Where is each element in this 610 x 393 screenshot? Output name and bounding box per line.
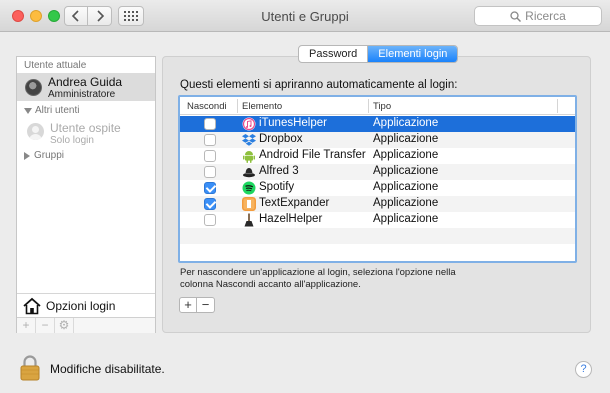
app-type: Applicazione bbox=[373, 165, 439, 177]
app-type: Applicazione bbox=[373, 133, 439, 145]
remove-user-button[interactable]: − bbox=[36, 318, 55, 333]
app-type: Applicazione bbox=[373, 213, 439, 225]
hide-checkbox[interactable] bbox=[204, 150, 216, 162]
preferences-window: Utenti e Gruppi Ricerca Utente attuale A… bbox=[0, 0, 610, 393]
user-name: Andrea Guida bbox=[48, 75, 123, 89]
app-name: Dropbox bbox=[259, 133, 303, 145]
sidebar-item-current-user[interactable]: Andrea Guida Amministratore bbox=[17, 73, 155, 101]
spotify-icon bbox=[242, 181, 256, 195]
disclosure-triangle-right-icon bbox=[24, 151, 30, 160]
hide-checkbox[interactable] bbox=[204, 182, 216, 194]
tab-password[interactable]: Password bbox=[299, 46, 367, 62]
hazel-icon bbox=[244, 213, 254, 227]
disclosure-triangle-down-icon bbox=[24, 107, 32, 114]
sidebar-item-guest[interactable]: Utente ospite bbox=[50, 121, 121, 135]
textexpander-icon bbox=[242, 197, 256, 211]
remove-login-item-button[interactable]: − bbox=[197, 297, 215, 313]
gear-icon[interactable]: ⚙ bbox=[55, 318, 74, 333]
app-type: Applicazione bbox=[373, 117, 439, 129]
add-user-button[interactable]: + bbox=[17, 318, 36, 333]
hide-checkbox[interactable] bbox=[204, 166, 216, 178]
hide-checkbox[interactable] bbox=[204, 118, 216, 130]
column-separator bbox=[237, 99, 238, 113]
column-separator bbox=[368, 99, 369, 113]
add-login-item-button[interactable]: + bbox=[179, 297, 197, 313]
empty-row bbox=[180, 244, 575, 260]
column-header-type[interactable]: Tipo bbox=[373, 101, 391, 112]
sidebar-footer: + − ⚙ bbox=[17, 317, 155, 333]
app-name: HazelHelper bbox=[259, 213, 323, 225]
hide-checkbox[interactable] bbox=[204, 134, 216, 146]
other-users-header[interactable]: Altri utenti bbox=[24, 105, 79, 116]
itunes-icon bbox=[242, 117, 256, 131]
help-text: Per nascondere un'applicazione al login,… bbox=[180, 267, 456, 290]
dropbox-icon bbox=[242, 134, 256, 146]
app-name: Android File Transfer bbox=[259, 149, 366, 161]
sidebar-item-login-options[interactable]: Opzioni login bbox=[17, 293, 155, 317]
current-user-header: Utente attuale bbox=[24, 60, 87, 71]
app-type: Applicazione bbox=[373, 149, 439, 161]
app-type: Applicazione bbox=[373, 197, 439, 209]
tab-bar: Password Elementi login bbox=[298, 45, 459, 63]
table-row[interactable]: Dropbox Applicazione bbox=[180, 132, 575, 148]
users-sidebar: Utente attuale Andrea Guida Amministrato… bbox=[16, 56, 156, 333]
table-header: Nascondi Elemento Tipo bbox=[180, 97, 575, 115]
app-name: Alfred 3 bbox=[259, 165, 299, 177]
lock-status-label: Modifiche disabilitate. bbox=[50, 362, 165, 376]
app-name: TextExpander bbox=[259, 197, 330, 209]
other-users-label: Altri utenti bbox=[35, 105, 80, 116]
column-header-item[interactable]: Elemento bbox=[242, 101, 282, 112]
table-row[interactable]: TextExpander Applicazione bbox=[180, 196, 575, 212]
app-name: Spotify bbox=[259, 181, 295, 193]
table-row[interactable]: Alfred 3 Applicazione bbox=[180, 164, 575, 180]
login-options-label: Opzioni login bbox=[46, 299, 116, 313]
groups-header[interactable]: Gruppi bbox=[24, 150, 64, 161]
alfred-icon bbox=[243, 168, 255, 178]
guest-avatar-icon bbox=[27, 123, 44, 140]
house-icon bbox=[23, 297, 41, 315]
app-name: iTunesHelper bbox=[259, 117, 327, 129]
lock-icon[interactable] bbox=[20, 355, 40, 381]
groups-label: Gruppi bbox=[34, 150, 65, 161]
app-type: Applicazione bbox=[373, 181, 439, 193]
avatar bbox=[25, 79, 42, 96]
hide-checkbox[interactable] bbox=[204, 198, 216, 210]
title-bar: Utenti e Gruppi Ricerca bbox=[0, 0, 610, 32]
login-items-intro: Questi elementi si apriranno automaticam… bbox=[180, 79, 458, 91]
help-button[interactable]: ? bbox=[575, 361, 592, 378]
search-icon bbox=[510, 10, 522, 22]
guest-role: Solo login bbox=[50, 135, 94, 146]
table-row[interactable]: Android File Transfer Applicazione bbox=[180, 148, 575, 164]
user-role: Amministratore bbox=[48, 89, 116, 100]
search-placeholder: Ricerca bbox=[525, 9, 566, 23]
search-input[interactable]: Ricerca bbox=[474, 6, 602, 26]
table-row[interactable]: HazelHelper Applicazione bbox=[180, 212, 575, 228]
column-separator bbox=[557, 99, 558, 113]
table-row[interactable]: iTunesHelper Applicazione bbox=[180, 116, 575, 132]
login-items-table[interactable]: Nascondi Elemento Tipo iTunesHelper Appl… bbox=[178, 95, 577, 263]
android-icon bbox=[243, 151, 255, 163]
hide-checkbox[interactable] bbox=[204, 214, 216, 226]
column-header-hide[interactable]: Nascondi bbox=[187, 101, 227, 112]
table-row[interactable]: Spotify Applicazione bbox=[180, 180, 575, 196]
empty-row bbox=[180, 228, 575, 244]
tab-login-items[interactable]: Elementi login bbox=[367, 46, 458, 62]
